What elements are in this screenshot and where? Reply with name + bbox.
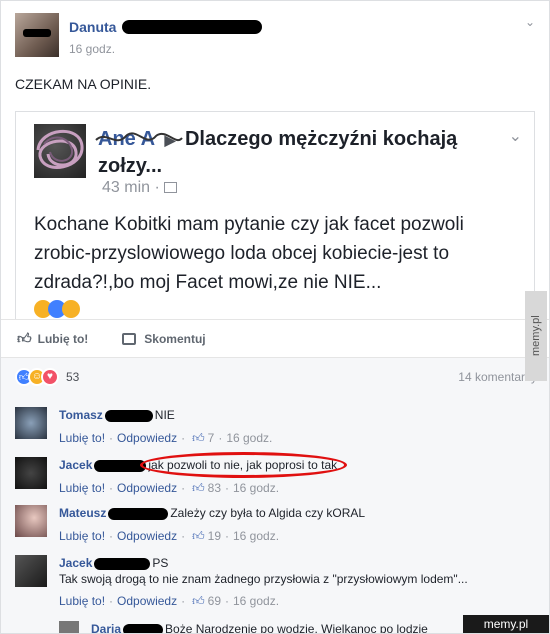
chevron-down-icon[interactable]: ⌄ bbox=[509, 126, 522, 146]
comments-list: Tomasz NIE Lubię to! · Odpowiedz · 👍︎ 7 · 16 … bbox=[1, 395, 549, 634]
reactions-count[interactable]: 53 bbox=[66, 370, 79, 384]
scribble-censor-icon bbox=[95, 132, 183, 142]
comment-reply-link[interactable]: Odpowiedz bbox=[117, 480, 177, 496]
censor-bar bbox=[23, 29, 51, 37]
comment-like-count[interactable]: 69 bbox=[208, 593, 221, 609]
comment-reply-link[interactable]: Odpowiedz bbox=[117, 430, 177, 446]
post-header: Danuta 16 godz. bbox=[15, 13, 263, 63]
comment-like-count[interactable]: 83 bbox=[208, 480, 221, 496]
thumbs-up-icon: 👍︎ bbox=[192, 594, 205, 608]
comment-like-count[interactable]: 7 bbox=[208, 430, 215, 446]
comment-time[interactable]: 16 godz. bbox=[233, 593, 279, 609]
comment-reply-link[interactable]: Odpowiedz bbox=[117, 593, 177, 609]
post-text: CZEKAM NA OPINIE. bbox=[15, 76, 152, 92]
commenter-name[interactable]: Daria bbox=[91, 622, 121, 633]
comment-icon bbox=[122, 332, 137, 345]
comment-like-link[interactable]: Lubię to! bbox=[59, 593, 105, 609]
watermark-bottom: memy.pl bbox=[463, 615, 549, 633]
comment-like-link[interactable]: Lubię to! bbox=[59, 528, 105, 544]
comment-reply-link[interactable]: Odpowiedz bbox=[117, 528, 177, 544]
thumbs-up-icon: 👍︎ bbox=[192, 529, 205, 543]
like-label: Lubię to! bbox=[37, 331, 89, 346]
love-reaction-icon[interactable]: ♥ bbox=[41, 367, 59, 386]
commenter-avatar[interactable] bbox=[59, 621, 79, 633]
thumbs-up-icon: 👍︎ bbox=[192, 481, 205, 495]
comment-text: PS bbox=[152, 556, 169, 570]
author-name[interactable]: Danuta bbox=[69, 19, 116, 35]
comment-time[interactable]: 16 godz. bbox=[233, 480, 279, 496]
censored-surname bbox=[108, 507, 169, 520]
shared-author-avatar[interactable] bbox=[34, 124, 86, 178]
censored-surname bbox=[94, 557, 151, 570]
commenter-name[interactable]: Jacek bbox=[59, 458, 92, 472]
comment-like-link[interactable]: Lubię to! bbox=[59, 480, 105, 496]
shared-body: Kochane Kobitki mam pytanie czy jak face… bbox=[34, 214, 464, 293]
shared-post[interactable]: Ane A ▶ Dlaczego mężczyźni kochają zołzy… bbox=[15, 111, 535, 319]
comment-label: Skomentuj bbox=[144, 331, 206, 346]
comment-text: NIE bbox=[154, 408, 175, 422]
author-avatar[interactable] bbox=[15, 13, 59, 57]
comment-like-count[interactable]: 19 bbox=[208, 528, 221, 544]
group-icon bbox=[163, 182, 177, 194]
author-block: Danuta 16 godz. bbox=[69, 13, 263, 63]
comment-text: jak pozwoli to nie, jak poprosi to tak bbox=[148, 458, 338, 472]
watermark-side: memy.pl bbox=[525, 291, 547, 381]
commenter-name[interactable]: Mateusz bbox=[59, 506, 106, 520]
scribble-censor-icon bbox=[36, 130, 84, 169]
comment-text: Boże Narodzenie po wodzie. Wielkanoc po … bbox=[165, 622, 428, 634]
post-card: Danuta 16 godz. CZEKAM NA OPINIE. Ane A … bbox=[0, 0, 550, 634]
censored-surname bbox=[94, 459, 147, 472]
commenter-name[interactable]: Tomasz bbox=[59, 408, 103, 422]
shared-title: Ane A ▶ Dlaczego mężczyźni kochają zołzy… bbox=[95, 126, 498, 179]
commenter-name[interactable]: Jacek bbox=[59, 556, 92, 570]
thumbs-up-icon: 👍︎ bbox=[17, 330, 32, 346]
action-bar: 👍︎ Lubię to! Skomentuj bbox=[1, 319, 549, 357]
comment-meta: Lubię to! · Odpowiedz · 👍︎ 19 · 16 godz. bbox=[59, 528, 280, 544]
comment-like-link[interactable]: Lubię to! bbox=[59, 430, 105, 446]
shared-author-name[interactable]: Ane A bbox=[95, 126, 183, 152]
shared-time: 43 min · bbox=[102, 179, 177, 197]
wow-reaction-icon bbox=[62, 300, 80, 318]
like-button[interactable]: 👍︎ Lubię to! bbox=[17, 330, 88, 347]
censored-surname bbox=[123, 623, 164, 633]
thumbs-up-icon: 👍︎ bbox=[192, 431, 205, 445]
post-time[interactable]: 16 godz. bbox=[69, 42, 262, 56]
comment-time[interactable]: 16 godz. bbox=[233, 528, 279, 544]
comment-text: Zależy czy była to Algida czy kORAL bbox=[170, 506, 366, 520]
post-options-chevron-icon[interactable]: ⌄ bbox=[525, 15, 535, 29]
commenter-avatar[interactable] bbox=[15, 555, 47, 587]
censored-surname bbox=[104, 409, 153, 422]
comment-time[interactable]: 16 godz. bbox=[226, 430, 272, 446]
shared-reactions-cutoff bbox=[34, 300, 80, 318]
reactions-summary: 👍︎ ☺ ♥ 53 14 komentarzy bbox=[1, 357, 549, 395]
comment-meta: Lubię to! · Odpowiedz · 👍︎ 7 · 16 godz. bbox=[59, 430, 273, 446]
commenter-avatar[interactable] bbox=[15, 407, 47, 439]
commenter-avatar[interactable] bbox=[15, 457, 47, 489]
comment-meta: Lubię to! · Odpowiedz · 👍︎ 83 · 16 godz. bbox=[59, 480, 280, 496]
comment-text-line2: Tak swoją drogą to nie znam żadnego przy… bbox=[59, 572, 468, 586]
censored-surname bbox=[122, 20, 263, 34]
comment-meta: Lubię to! · Odpowiedz · 👍︎ 69 · 16 godz. bbox=[59, 593, 280, 609]
comment-button[interactable]: Skomentuj bbox=[122, 331, 206, 346]
commenter-avatar[interactable] bbox=[15, 505, 47, 537]
